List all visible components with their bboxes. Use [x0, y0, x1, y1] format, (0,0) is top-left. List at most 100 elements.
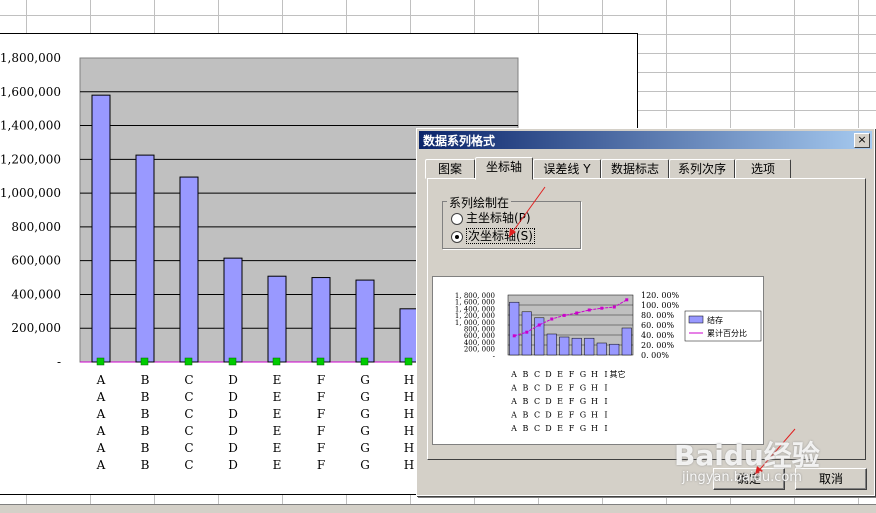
preview-bar: [546, 333, 557, 356]
x-category-label: G: [360, 373, 370, 387]
x-category-label: C: [184, 458, 193, 472]
preview-category-label: H: [591, 424, 598, 433]
preview-left-tick: -: [493, 352, 496, 360]
preview-legend-swatch-bar: [688, 315, 704, 324]
bar: [267, 275, 287, 363]
y-tick-label: 1,800,000: [0, 51, 61, 65]
x-category-label: D: [228, 424, 238, 438]
preview-bar: [584, 337, 595, 356]
preview-category-label: F: [569, 370, 575, 379]
preview-category-label: A: [510, 384, 517, 393]
preview-category-label: G: [580, 424, 586, 433]
y-tick-label: 200,000: [11, 321, 61, 335]
x-category-label: E: [273, 441, 282, 455]
y-tick-label: 1,600,000: [0, 85, 61, 99]
preview-line-marker: [512, 334, 516, 338]
dialog-title: 数据系列格式: [423, 134, 496, 148]
preview-line-marker: [575, 311, 579, 315]
close-button[interactable]: ×: [854, 133, 870, 148]
x-category-label: H: [404, 458, 414, 472]
secondary-axis-radio[interactable]: [451, 230, 463, 243]
tab-options[interactable]: 选项: [735, 159, 791, 179]
preview-category-label: B: [523, 424, 529, 433]
preview-category-label: G: [580, 397, 586, 406]
preview-bar: [571, 337, 582, 356]
tab-error-bars-y[interactable]: 误差线 Y: [533, 159, 601, 179]
line-marker: [272, 357, 281, 366]
x-category-label: G: [360, 424, 370, 438]
tab-axis[interactable]: 坐标轴: [475, 157, 533, 180]
x-category-label: F: [317, 407, 325, 421]
bar: [91, 94, 111, 363]
preview-right-tick: 40. 00%: [641, 331, 674, 340]
preview-category-label: I: [604, 424, 607, 433]
y-tick-label: 1,200,000: [0, 152, 61, 166]
preview-category-label: F: [569, 411, 575, 420]
x-category-label: E: [273, 373, 282, 387]
preview-category-label: D: [545, 370, 551, 379]
line-marker: [316, 357, 325, 366]
x-category-label: B: [141, 373, 150, 387]
x-category-label: H: [404, 390, 414, 404]
x-category-label: C: [184, 373, 193, 387]
preview-category-label: G: [580, 384, 586, 393]
x-category-label: C: [184, 441, 193, 455]
preview-bar: [509, 301, 520, 356]
preview-category-label: D: [545, 411, 551, 420]
preview-category-label: D: [545, 384, 551, 393]
secondary-axis-option[interactable]: 次坐标轴(S): [451, 228, 535, 244]
primary-axis-radio[interactable]: [451, 212, 463, 225]
preview-line-marker: [537, 323, 541, 327]
group-label: 系列绘制在: [447, 194, 512, 211]
line-marker: [404, 357, 413, 366]
x-category-label: A: [96, 390, 106, 404]
x-category-label: F: [317, 458, 325, 472]
x-category-label: H: [404, 373, 414, 387]
preview-category-label: G: [580, 370, 586, 379]
tab-data-labels[interactable]: 数据标志: [601, 159, 669, 179]
x-category-label: C: [184, 390, 193, 404]
x-category-label: D: [228, 458, 238, 472]
preview-category-label: H: [591, 411, 598, 420]
x-category-label: D: [228, 441, 238, 455]
x-category-label: E: [273, 407, 282, 421]
preview-category-label: C: [534, 384, 540, 393]
primary-axis-label: 主坐标轴(P): [466, 211, 531, 225]
x-category-label: A: [96, 373, 106, 387]
x-category-label: A: [96, 407, 106, 421]
preview-right-tick: 120. 00%: [641, 291, 680, 300]
preview-right-tick: 20. 00%: [641, 341, 674, 350]
preview-category-label: D: [545, 424, 551, 433]
preview-category-label: A: [510, 397, 517, 406]
preview-category-label: E: [557, 384, 563, 393]
chart-preview: 1, 800, 000 1, 600, 000 1, 400, 000 1, 200,…: [432, 276, 764, 445]
plot-series-on-group: 系列绘制在 主坐标轴(P) 次坐标轴(S): [442, 194, 581, 249]
preview-category-label: C: [534, 411, 540, 420]
bar: [311, 277, 331, 363]
tab-series-order[interactable]: 系列次序: [669, 159, 735, 179]
x-category-label: G: [360, 441, 370, 455]
preview-line-marker: [600, 306, 604, 310]
preview-category-label: C: [534, 397, 540, 406]
x-category-label: A: [96, 441, 106, 455]
preview-category-label: D: [545, 397, 551, 406]
y-tick-label: -: [57, 355, 61, 369]
preview-category-label: C: [534, 424, 540, 433]
x-category-label: B: [141, 424, 150, 438]
preview-category-label: F: [569, 424, 575, 433]
x-category-label: F: [317, 424, 325, 438]
x-category-label: B: [141, 407, 150, 421]
y-tick-label: 400,000: [11, 287, 61, 301]
x-category-label: F: [317, 390, 325, 404]
preview-bar: [609, 343, 620, 356]
line-marker: [140, 357, 149, 366]
preview-category-label: G: [580, 411, 586, 420]
preview-line-marker: [562, 313, 566, 317]
preview-category-label: H: [591, 370, 598, 379]
dialog-titlebar[interactable]: 数据系列格式 ×: [419, 131, 872, 149]
preview-bar: [534, 317, 545, 356]
tab-patterns[interactable]: 图案: [425, 159, 475, 179]
preview-category-label: I: [604, 397, 607, 406]
x-category-label: H: [404, 441, 414, 455]
primary-axis-option[interactable]: 主坐标轴(P): [451, 210, 531, 226]
